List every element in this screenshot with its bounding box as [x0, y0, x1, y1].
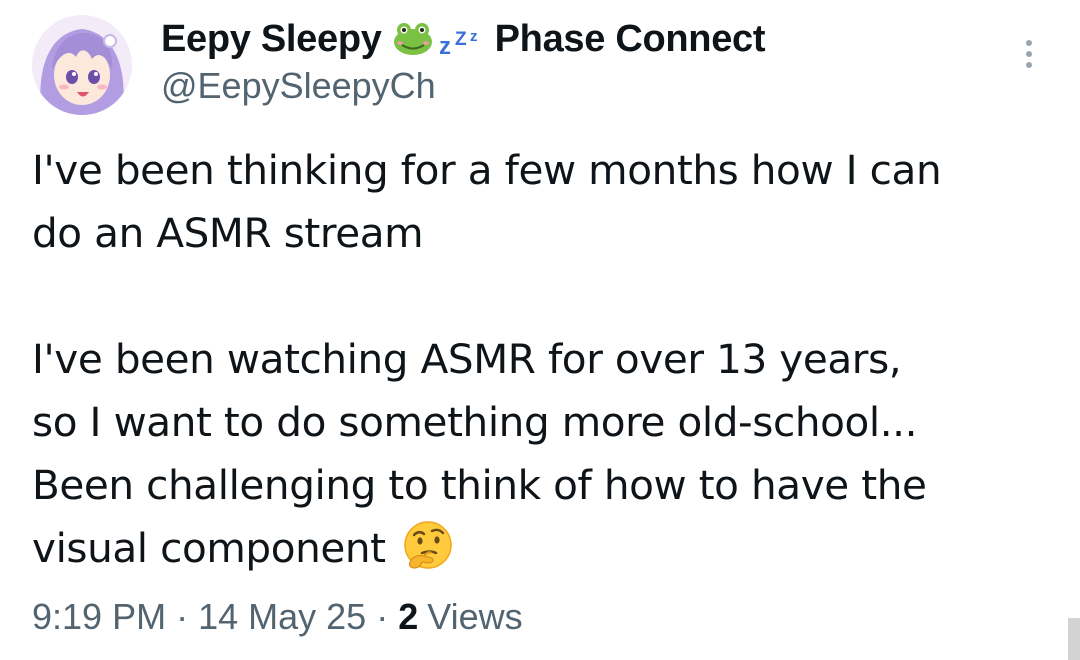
thinking-face-icon	[402, 520, 454, 572]
tweet-text-last-line: visual component	[32, 517, 1052, 580]
meta-separator: ·	[376, 596, 389, 637]
tweet-text-line: do an ASMR stream	[32, 209, 424, 257]
name-suffix: Phase Connect	[494, 17, 766, 60]
tweet-text-line: so I want to do something more old-schoo…	[32, 398, 918, 446]
author-handle[interactable]: @EepySleepyCh	[161, 65, 765, 107]
svg-text:z: z	[439, 33, 451, 57]
tweet-date[interactable]: 14 May 25	[198, 596, 366, 638]
tweet-text-line: I've been watching ASMR for over 13 year…	[32, 335, 902, 383]
more-options-dot	[1026, 51, 1032, 57]
views-label[interactable]: Views	[427, 596, 522, 638]
views-count[interactable]: 2	[398, 596, 418, 638]
frog-face-icon	[392, 21, 434, 57]
meta-separator: ·	[176, 596, 189, 637]
display-name-row: Eepy Sleepy z Z z Phase Connect	[161, 14, 766, 64]
tweet-time[interactable]: 9:19 PM	[32, 596, 166, 638]
tweet-card: Eepy Sleepy z Z z Phase Connect @EepySle…	[0, 0, 1080, 660]
avatar-image	[32, 15, 132, 115]
more-options-dot	[1026, 40, 1032, 46]
display-name[interactable]: Eepy Sleepy	[161, 18, 382, 61]
tweet-text: I've been thinking for a few months how …	[32, 139, 1052, 580]
scrollbar-thumb[interactable]	[1068, 618, 1080, 660]
tweet-text-line: I've been thinking for a few months how …	[32, 146, 942, 194]
svg-text:z: z	[470, 28, 478, 45]
zzz-icon: z Z z	[439, 21, 487, 60]
author-header: Eepy Sleepy z Z z Phase Connect @EepySle…	[161, 14, 766, 107]
more-options-button[interactable]	[1012, 34, 1046, 74]
tweet-meta: 9:19 PM · 14 May 25 · 2 Views	[32, 596, 523, 638]
more-options-dot	[1026, 62, 1032, 68]
svg-text:Z: Z	[455, 29, 467, 50]
tweet-text-line: Been challenging to think of how to have…	[32, 461, 927, 509]
avatar[interactable]	[32, 15, 132, 115]
tweet-text-line: visual component	[32, 524, 386, 572]
